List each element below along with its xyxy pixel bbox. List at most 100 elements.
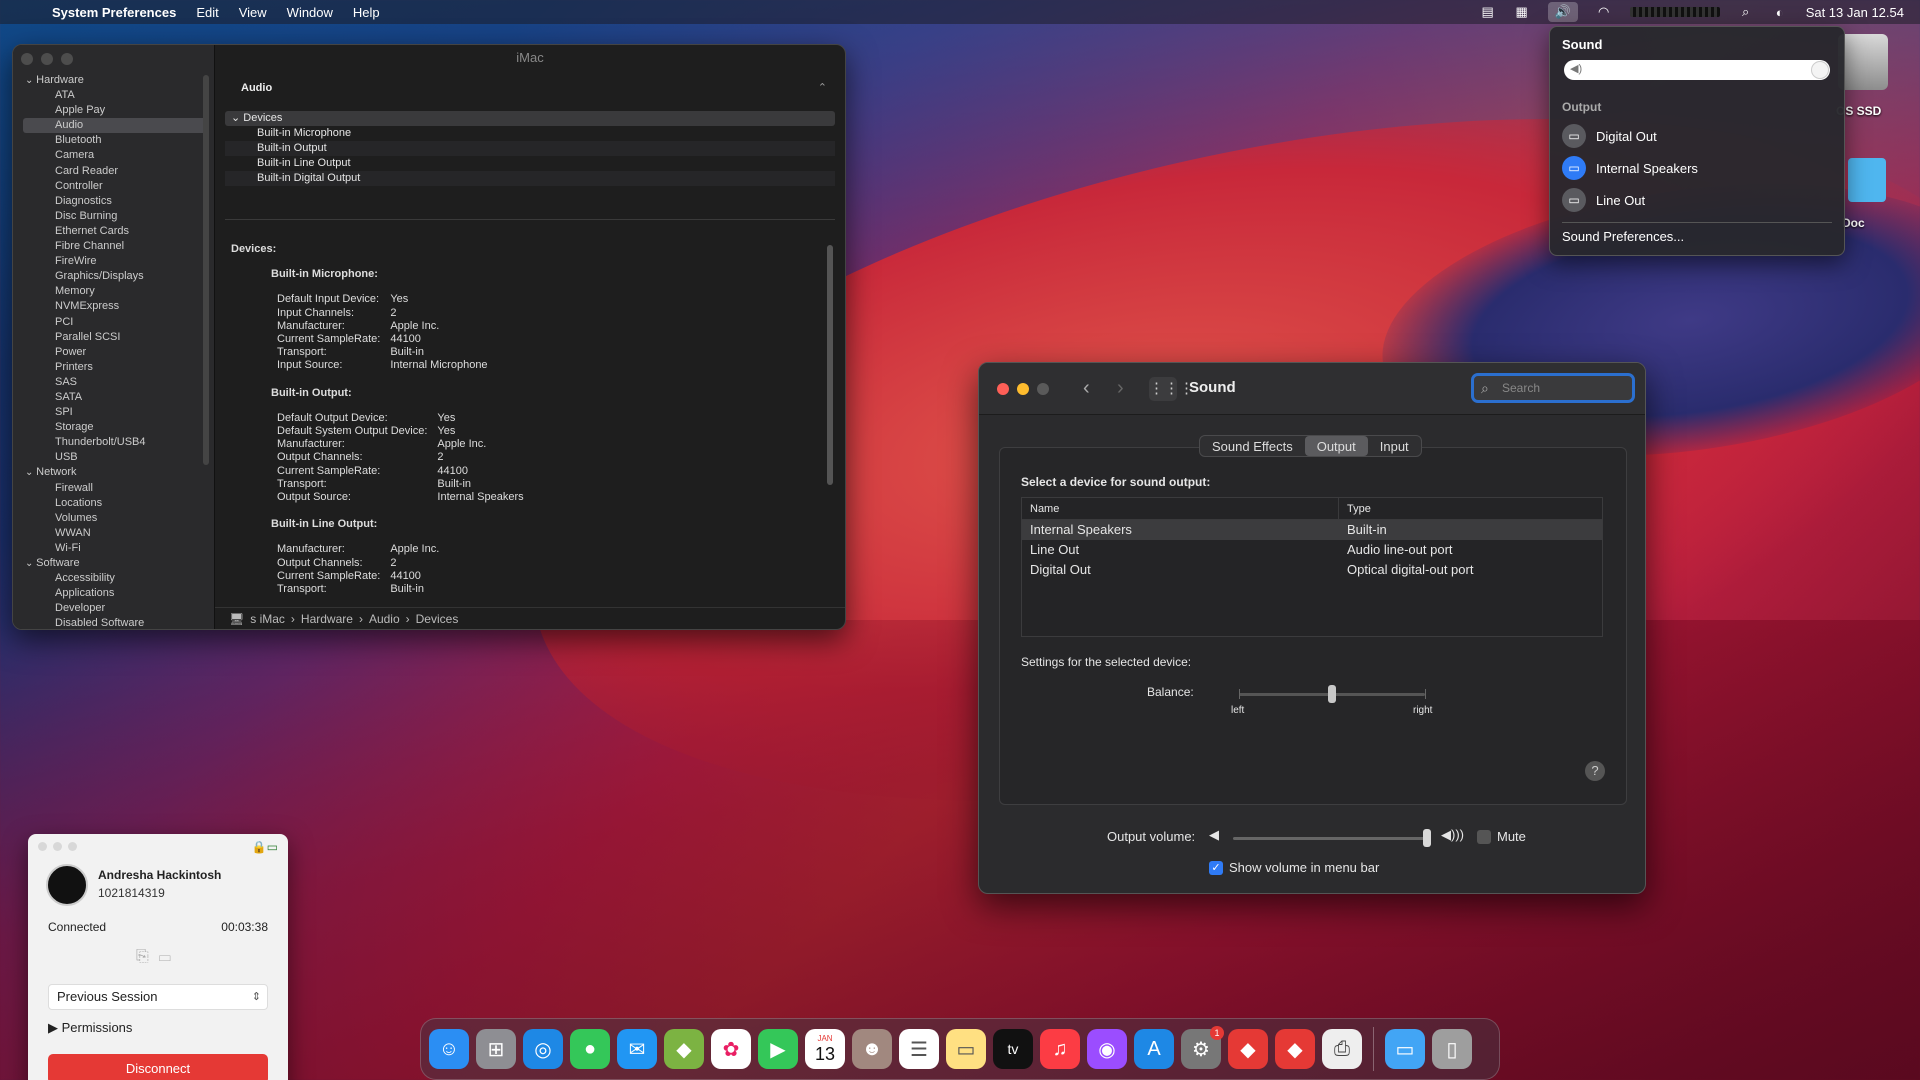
disconnect-button[interactable]: Disconnect	[48, 1054, 268, 1080]
anydesk-icon[interactable]: ◆	[1228, 1029, 1268, 1069]
tab-input[interactable]: Input	[1368, 436, 1421, 456]
close-button[interactable]	[21, 53, 33, 65]
tree-item[interactable]: Ethernet Cards	[23, 224, 209, 239]
tree-item[interactable]: Diagnostics	[23, 194, 209, 209]
minimize-button[interactable]	[1017, 383, 1029, 395]
tree-item[interactable]: Memory	[23, 284, 209, 299]
tree-item[interactable]: SATA	[23, 390, 209, 405]
list-group-header[interactable]: Devices	[225, 111, 835, 126]
system-preferences-icon[interactable]: ⚙ 1	[1181, 1026, 1224, 1069]
tree-item[interactable]: Thunderbolt/USB4	[23, 435, 209, 450]
apple-logo-icon[interactable]	[20, 4, 34, 20]
list-item[interactable]: Built-in Output	[225, 141, 835, 156]
launchpad-icon[interactable]: ⊞	[476, 1029, 516, 1069]
tree-item[interactable]: Volumes	[23, 511, 209, 526]
file-transfer-chat-icons[interactable]: ⎘▭	[136, 948, 181, 966]
menu-clock[interactable]: Sat 13 Jan 12.54	[1806, 5, 1904, 20]
permissions-disclosure[interactable]: ▶ Permissions	[48, 1020, 132, 1036]
tree-item[interactable]: USB	[23, 450, 209, 465]
safari-icon[interactable]: ◎	[523, 1029, 563, 1069]
app-store-icon[interactable]: A	[1134, 1029, 1174, 1069]
session-select[interactable]: Previous Session ⇕	[48, 984, 268, 1010]
menu-help[interactable]: Help	[353, 5, 380, 20]
tree-item[interactable]: NVMExpress	[23, 299, 209, 314]
forward-chevron-icon[interactable]: ›	[1117, 377, 1124, 400]
menu-app-name[interactable]: System Preferences	[52, 5, 176, 20]
tree-item[interactable]: WWAN	[23, 526, 209, 541]
tree-item[interactable]: Parallel SCSI	[23, 330, 209, 345]
tree-item[interactable]: Applications	[23, 586, 209, 601]
list-item[interactable]: Built-in Line Output	[225, 156, 835, 171]
hard-drive-icon[interactable]	[1838, 34, 1888, 90]
menu-window[interactable]: Window	[287, 5, 333, 20]
output-volume-slider-track[interactable]	[1233, 837, 1431, 840]
list-item[interactable]: Built-in Microphone	[225, 126, 835, 141]
tree-item[interactable]: Audio	[23, 118, 209, 134]
output-device-menu-item[interactable]: ▭ Internal Speakers	[1562, 152, 1832, 184]
tree-group[interactable]: Network	[23, 465, 209, 480]
menu-view[interactable]: View	[239, 5, 267, 20]
tree-item[interactable]: Graphics/Displays	[23, 269, 209, 284]
detail-scrollbar[interactable]	[827, 245, 833, 485]
tab-output[interactable]: Output	[1304, 436, 1368, 456]
tree-group[interactable]: Software	[23, 556, 209, 571]
minimize-button[interactable]	[41, 53, 53, 65]
path-item[interactable]: Audio	[369, 608, 400, 630]
path-item[interactable]: s iMac	[250, 608, 285, 630]
tree-item[interactable]: Card Reader	[23, 164, 209, 179]
calendar-icon[interactable]: JAN 13	[805, 1029, 845, 1069]
close-button[interactable]	[997, 383, 1009, 395]
tree-item[interactable]: Apple Pay	[23, 103, 209, 118]
tree-item[interactable]: FireWire	[23, 254, 209, 269]
menu-edit[interactable]: Edit	[196, 5, 218, 20]
table-header-audio[interactable]: Audio	[225, 79, 835, 97]
show-volume-checkbox[interactable]: ✓	[1209, 861, 1223, 875]
anydesk-session-icon[interactable]: ◆	[1275, 1029, 1315, 1069]
finder-icon[interactable]: ☺	[429, 1029, 469, 1069]
reminders-icon[interactable]: ☰	[899, 1029, 939, 1069]
tree-item[interactable]: Firewall	[23, 481, 209, 496]
tree-item[interactable]: Bluetooth	[23, 133, 209, 148]
sidebar-scrollbar[interactable]	[203, 75, 209, 465]
tree-item[interactable]: Accessibility	[23, 571, 209, 586]
split-divider[interactable]	[225, 219, 835, 223]
messages-icon[interactable]: ●	[570, 1029, 610, 1069]
table-row[interactable]: Line Out Audio line-out port	[1022, 540, 1602, 560]
control-center-icon[interactable]: ◐	[1772, 5, 1788, 20]
tree-item[interactable]: Disc Burning	[23, 209, 209, 224]
column-name[interactable]: Name	[1022, 498, 1338, 519]
tree-item[interactable]: SPI	[23, 405, 209, 420]
back-chevron-icon[interactable]: ‹	[1083, 377, 1090, 400]
search-field[interactable]: ⌕ Search	[1471, 373, 1635, 403]
table-row[interactable]: Internal Speakers Built-in	[1022, 520, 1602, 540]
tree-item[interactable]: Camera	[23, 148, 209, 163]
path-item[interactable]: Hardware	[301, 608, 353, 630]
apple-tv-icon[interactable]: tv	[993, 1029, 1033, 1069]
mute-checkbox[interactable]	[1477, 830, 1491, 844]
volume-menu-icon[interactable]: 🔊	[1547, 2, 1578, 22]
music-icon[interactable]: ♫	[1040, 1029, 1080, 1069]
tree-item[interactable]: Locations	[23, 496, 209, 511]
photos-icon[interactable]: ✿	[711, 1029, 751, 1069]
printer-icon[interactable]: ⎙	[1322, 1029, 1362, 1069]
applications-folder-icon[interactable]: ▭	[1385, 1029, 1425, 1069]
show-all-grid-icon[interactable]: ⋮⋮⋮	[1149, 377, 1194, 401]
tree-item[interactable]: Power	[23, 345, 209, 360]
zoom-button[interactable]	[61, 53, 73, 65]
output-device-menu-item[interactable]: ▭ Digital Out	[1562, 120, 1832, 152]
tree-item[interactable]: PCI	[23, 315, 209, 330]
tree-item[interactable]: Developer	[23, 601, 209, 616]
wifi-icon[interactable]: ◠	[1596, 4, 1612, 19]
tree-group[interactable]: Hardware	[23, 73, 209, 88]
podcasts-icon[interactable]: ◉	[1087, 1029, 1127, 1069]
output-device-menu-item[interactable]: ▭ Line Out	[1562, 184, 1832, 216]
flag-input-source-icon[interactable]: ▦	[1514, 4, 1530, 19]
activity-monitor-icon[interactable]: ▤	[1480, 4, 1496, 19]
tree-item[interactable]: Controller	[23, 179, 209, 194]
trash-icon[interactable]: ▯	[1432, 1029, 1472, 1069]
balance-slider-knob[interactable]	[1328, 685, 1336, 703]
maps-icon[interactable]: ◆	[664, 1029, 704, 1069]
contacts-icon[interactable]: ☻	[852, 1029, 892, 1069]
tree-item[interactable]: Storage	[23, 420, 209, 435]
list-item[interactable]: Built-in Digital Output	[225, 171, 835, 186]
